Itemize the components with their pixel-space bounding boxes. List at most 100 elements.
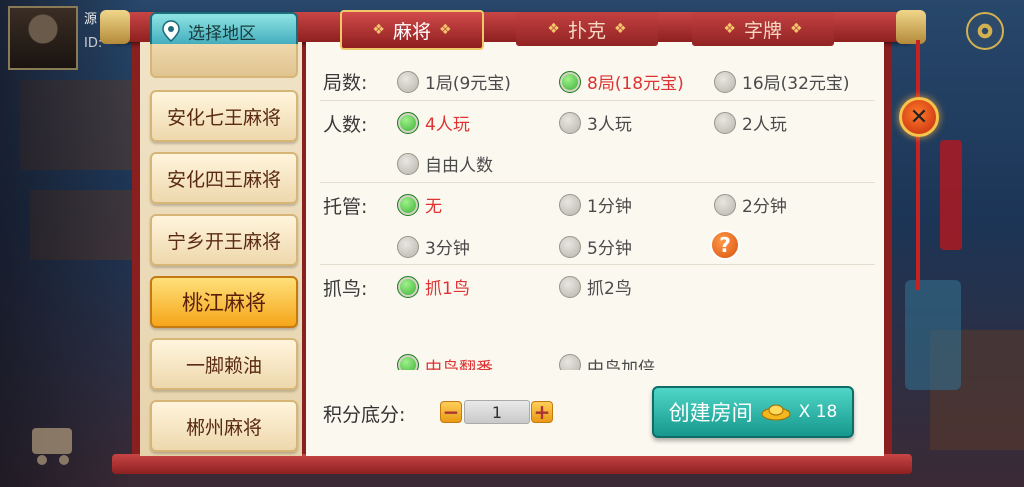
divider <box>320 264 875 265</box>
game-list-item-label: 郴州麻将 <box>185 416 262 439</box>
players-label: 人数: <box>323 114 368 136</box>
score-decrease-button[interactable]: − <box>440 400 462 424</box>
radio-button-checked[interactable] <box>397 354 419 370</box>
option-label: 5分钟 <box>587 239 632 259</box>
shop-cart-icon[interactable] <box>24 410 84 470</box>
game-list-item-label: 宁乡开王麻将 <box>166 230 281 253</box>
tab-ornament-icon: ❖ <box>547 21 560 37</box>
game-list-item-label: 安化四王麻将 <box>166 168 281 191</box>
score-base-label: 积分底分: <box>323 404 406 426</box>
autoplay-option-2min[interactable]: 2分钟 <box>714 192 787 217</box>
select-region-label: 选择地区 <box>188 23 256 44</box>
catch-bird-label: 抓鸟: <box>323 278 368 300</box>
option-label: 抓1鸟 <box>425 279 470 299</box>
rounds-label: 局数: <box>323 72 368 94</box>
scroll-bottom-rod <box>112 454 912 474</box>
radio-button[interactable] <box>397 152 419 175</box>
radio-button[interactable] <box>559 111 581 134</box>
game-list-item-selected[interactable]: 桃江麻将 <box>150 276 298 328</box>
players-option-3[interactable]: 3人玩 <box>559 110 632 135</box>
tassel-decoration <box>916 40 920 290</box>
create-room-button[interactable]: 创建房间 X 18 <box>652 386 854 438</box>
bird-bonus-option-add[interactable]: 中鸟加倍 <box>559 354 655 370</box>
option-label: 8局(18元宝) <box>587 74 684 94</box>
background-card <box>905 280 961 390</box>
radio-button[interactable] <box>559 354 581 370</box>
autoplay-option-none[interactable]: 无 <box>397 192 442 217</box>
tab-ornament-icon: ❖ <box>372 22 385 38</box>
tab-label: 字牌 <box>743 19 782 42</box>
autoplay-option-5min[interactable]: 5分钟 <box>559 234 632 259</box>
radio-button-checked[interactable] <box>397 193 419 216</box>
tab-label: 麻将 <box>392 20 431 43</box>
autoplay-option-3min[interactable]: 3分钟 <box>397 234 470 259</box>
option-label: 抓2鸟 <box>587 279 632 299</box>
create-room-label: 创建房间 <box>668 401 753 425</box>
option-label: 16局(32元宝) <box>742 74 850 94</box>
score-increase-button[interactable]: + <box>531 400 553 424</box>
radio-button[interactable] <box>559 235 581 258</box>
scroll-knob-left <box>100 10 130 44</box>
option-label: 中鸟加倍 <box>587 359 655 370</box>
radio-button-checked[interactable] <box>397 275 419 298</box>
bird-bonus-option-double[interactable]: 中鸟翻番 <box>397 354 493 370</box>
rounds-option-8[interactable]: 8局(18元宝) <box>559 69 684 94</box>
gold-ingot-icon <box>761 404 791 421</box>
tab-poker[interactable]: ❖ 扑克 ❖ <box>516 12 658 46</box>
autoplay-label: 托管: <box>323 196 368 218</box>
option-label: 3分钟 <box>425 239 470 259</box>
location-pin-icon <box>162 20 180 42</box>
players-option-2[interactable]: 2人玩 <box>714 110 787 135</box>
option-label: 1局(9元宝) <box>425 74 511 94</box>
close-button[interactable]: ✕ <box>899 97 939 137</box>
user-name: 源 <box>84 12 98 27</box>
help-icon[interactable]: ? <box>710 230 740 260</box>
rounds-option-16[interactable]: 16局(32元宝) <box>714 69 850 94</box>
option-label: 3人玩 <box>587 115 632 135</box>
rounds-option-1[interactable]: 1局(9元宝) <box>397 69 511 94</box>
game-list-item-label: 一脚赖油 <box>185 354 262 377</box>
option-label: 4人玩 <box>425 115 470 135</box>
radio-button[interactable] <box>559 275 581 298</box>
tab-label: 扑克 <box>567 19 606 42</box>
option-label: 中鸟翻番 <box>425 359 493 370</box>
settings-gear-icon[interactable] <box>966 12 1004 50</box>
background-banner <box>940 140 962 250</box>
game-list-item-label: 安化七王麻将 <box>166 106 281 129</box>
divider <box>320 100 875 101</box>
tab-ornament-icon: ❖ <box>790 21 803 37</box>
create-room-cost: X 18 <box>798 402 838 422</box>
autoplay-option-1min[interactable]: 1分钟 <box>559 192 632 217</box>
divider <box>320 182 875 183</box>
option-label: 2分钟 <box>742 197 787 217</box>
players-option-4[interactable]: 4人玩 <box>397 110 470 135</box>
tab-zipai[interactable]: ❖ 字牌 ❖ <box>692 12 834 46</box>
option-label: 2人玩 <box>742 115 787 135</box>
radio-button[interactable] <box>397 70 419 93</box>
radio-button[interactable] <box>559 193 581 216</box>
radio-button[interactable] <box>714 193 736 216</box>
tab-ornament-icon: ❖ <box>614 21 627 37</box>
radio-button-checked[interactable] <box>397 111 419 134</box>
score-base-value[interactable]: 1 <box>464 400 530 424</box>
game-list-item[interactable]: 一脚赖油 <box>150 338 298 390</box>
game-list-item[interactable]: 安化四王麻将 <box>150 152 298 204</box>
catch-bird-option-1[interactable]: 抓1鸟 <box>397 274 470 299</box>
radio-button[interactable] <box>714 111 736 134</box>
radio-button[interactable] <box>714 70 736 93</box>
players-option-free[interactable]: 自由人数 <box>397 151 493 176</box>
scroll-knob-right <box>896 10 926 44</box>
game-list-item[interactable]: 郴州麻将 <box>150 400 298 452</box>
catch-bird-option-2[interactable]: 抓2鸟 <box>559 274 632 299</box>
option-label: 1分钟 <box>587 197 632 217</box>
option-label: 无 <box>425 197 442 217</box>
radio-button[interactable] <box>397 235 419 258</box>
game-list-item[interactable]: 宁乡开王麻将 <box>150 214 298 266</box>
avatar[interactable] <box>8 6 78 70</box>
list-item-partial[interactable] <box>150 44 298 78</box>
game-list-item[interactable]: 安化七王麻将 <box>150 90 298 142</box>
radio-button-checked[interactable] <box>559 70 581 93</box>
tab-mahjong[interactable]: ❖ 麻将 ❖ <box>340 10 484 50</box>
option-label: 自由人数 <box>425 156 493 176</box>
game-list-item-label: 桃江麻将 <box>182 291 266 315</box>
